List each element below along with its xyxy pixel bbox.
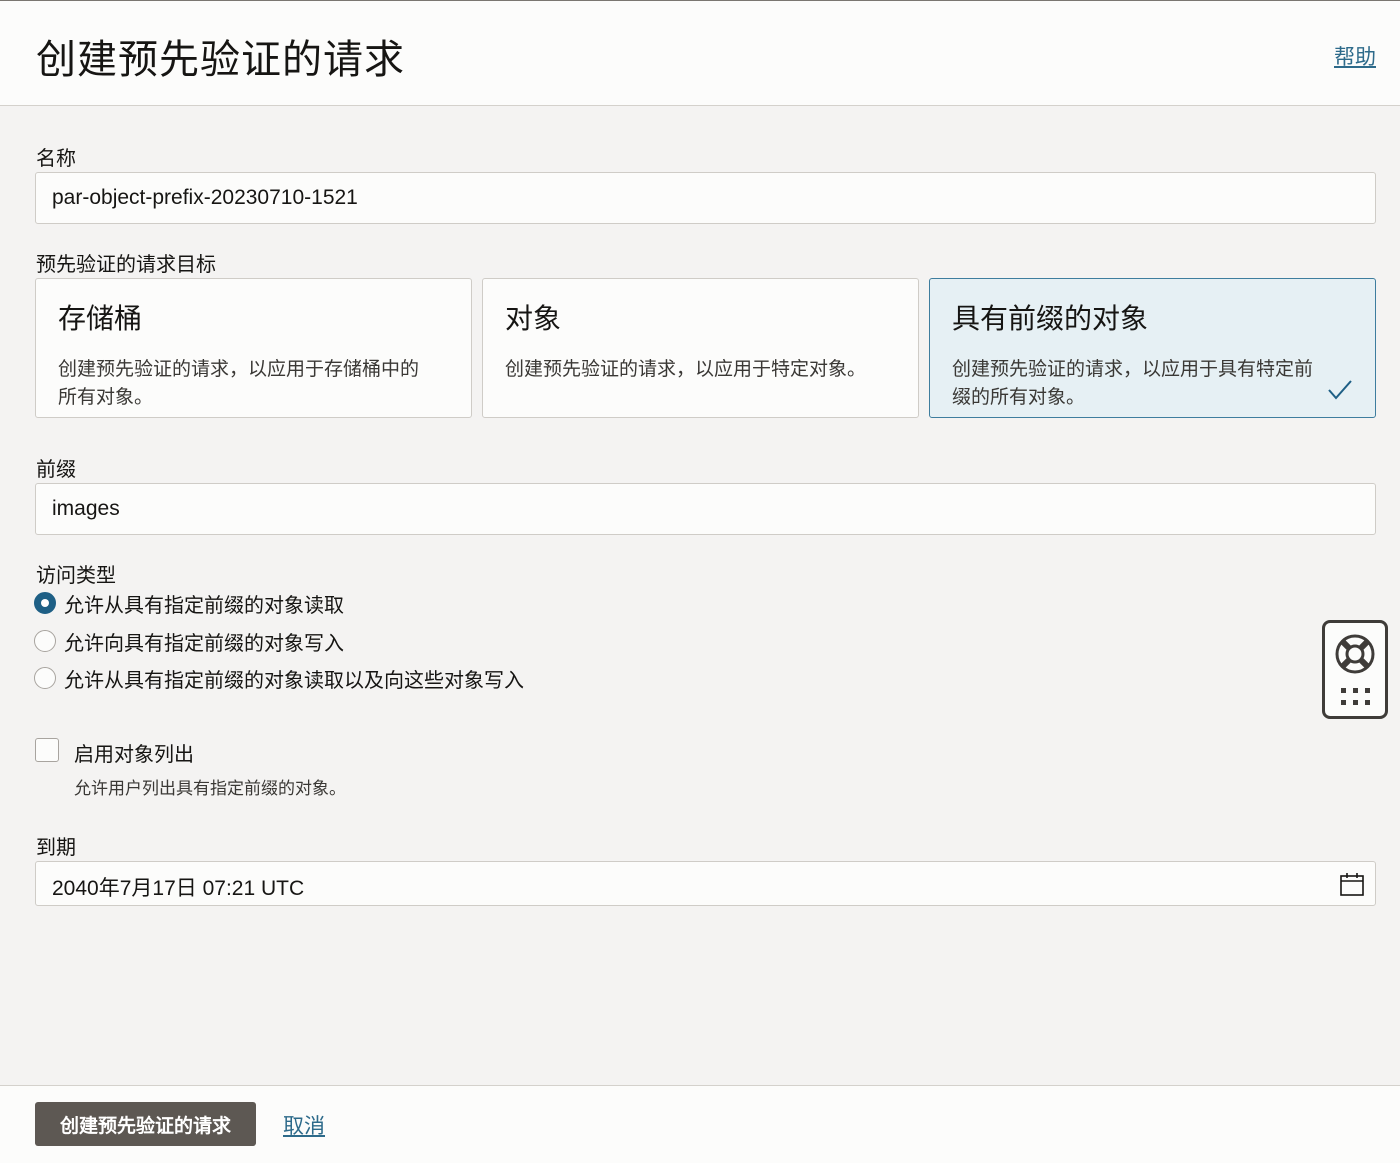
target-card-title: 存储桶 xyxy=(58,302,143,335)
access-option-write[interactable]: 允许向具有指定前缀的对象写入 xyxy=(34,626,344,656)
access-type-label: 访问类型 xyxy=(36,563,116,587)
target-card-prefix-objects[interactable]: 具有前缀的对象 创建预先验证的请求，以应用于具有特定前缀的所有对象。 xyxy=(929,278,1376,418)
expiration-date-input[interactable]: 2040年7月17日 07:21 UTC xyxy=(35,861,1376,906)
radio-label: 允许从具有指定前缀的对象读取 xyxy=(64,592,344,617)
prefix-label: 前缀 xyxy=(36,457,76,481)
expiration-date-value: 2040年7月17日 07:21 UTC xyxy=(52,877,305,900)
target-card-bucket[interactable]: 存储桶 创建预先验证的请求，以应用于存储桶中的所有对象。 xyxy=(35,278,472,418)
target-label: 预先验证的请求目标 xyxy=(36,252,216,276)
checkmark-icon xyxy=(1328,380,1352,400)
create-par-button[interactable]: 创建预先验证的请求 xyxy=(35,1102,256,1146)
radio-button[interactable] xyxy=(34,630,56,652)
target-card-description: 创建预先验证的请求，以应用于具有特定前缀的所有对象。 xyxy=(952,358,1314,408)
target-card-description: 创建预先验证的请求，以应用于存储桶中的所有对象。 xyxy=(58,358,420,408)
enable-object-listing-label[interactable]: 启用对象列出 xyxy=(74,738,194,767)
target-card-title: 对象 xyxy=(505,302,562,335)
radio-label: 允许从具有指定前缀的对象读取以及向这些对象写入 xyxy=(64,667,524,692)
name-label: 名称 xyxy=(36,146,76,170)
lifebuoy-icon[interactable] xyxy=(1334,633,1376,675)
calendar-icon[interactable] xyxy=(1339,871,1365,897)
name-input[interactable] xyxy=(35,172,1376,224)
radio-button[interactable] xyxy=(34,667,56,689)
target-card-title: 具有前缀的对象 xyxy=(952,302,1149,335)
help-link[interactable]: 帮助 xyxy=(1334,41,1376,71)
access-option-read[interactable]: 允许从具有指定前缀的对象读取 xyxy=(34,588,344,618)
radio-button[interactable] xyxy=(34,592,56,614)
target-card-object[interactable]: 对象 创建预先验证的请求，以应用于特定对象。 xyxy=(482,278,919,418)
access-option-read-write[interactable]: 允许从具有指定前缀的对象读取以及向这些对象写入 xyxy=(34,663,524,693)
help-widget[interactable] xyxy=(1322,620,1388,719)
target-card-description: 创建预先验证的请求，以应用于特定对象。 xyxy=(505,358,867,380)
enable-object-listing-checkbox[interactable] xyxy=(35,738,59,762)
page-header: 创建预先验证的请求 帮助 xyxy=(0,0,1400,106)
object-listing-help-text: 允许用户列出具有指定前缀的对象。 xyxy=(74,779,346,799)
cancel-link[interactable]: 取消 xyxy=(283,1110,325,1140)
prefix-input[interactable] xyxy=(35,483,1376,535)
radio-label: 允许向具有指定前缀的对象写入 xyxy=(64,630,344,655)
page-footer: 创建预先验证的请求 取消 xyxy=(0,1085,1400,1163)
apps-grid-icon[interactable] xyxy=(1339,687,1373,707)
expiration-label: 到期 xyxy=(36,835,76,859)
page-title: 创建预先验证的请求 xyxy=(36,37,405,83)
